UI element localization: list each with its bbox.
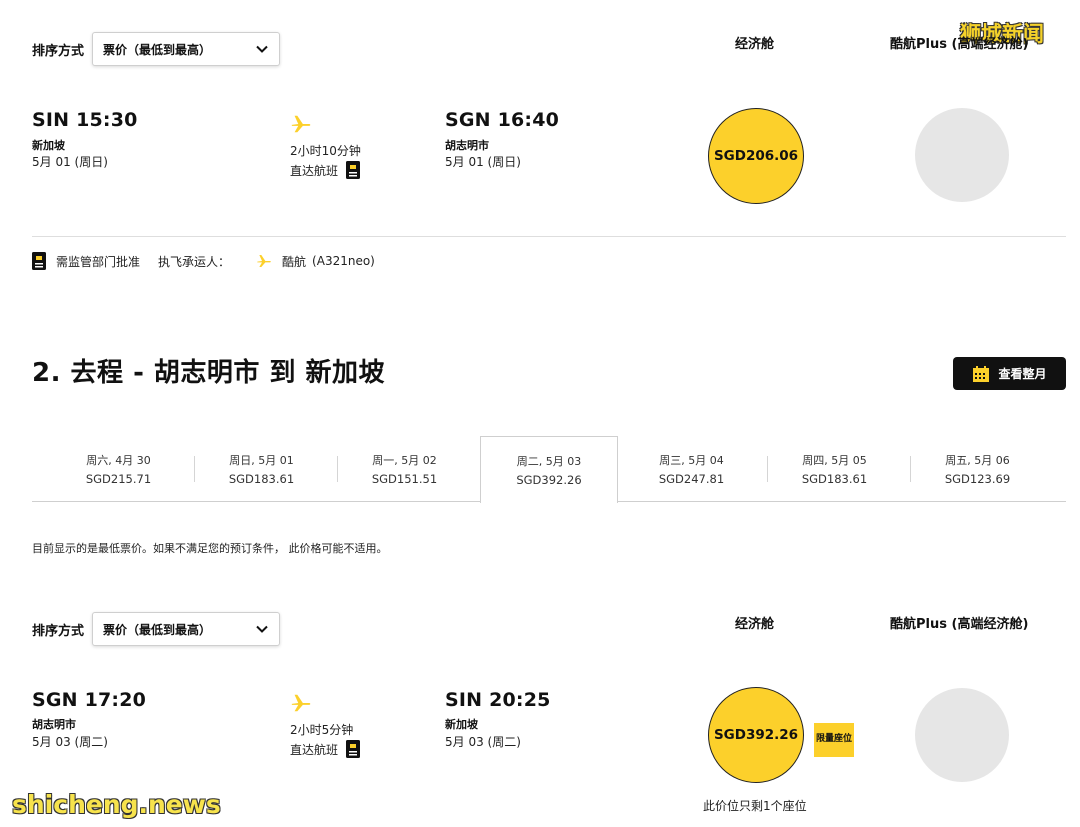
date-tab-price: SGD123.69	[944, 472, 1011, 486]
date-tab[interactable]: 周六, 4月 30 SGD215.71	[47, 436, 190, 502]
column-plus-header: 酷航Plus (高端经济舱)	[890, 37, 1029, 52]
column-plus-header: 酷航Plus (高端经济舱)	[890, 617, 1029, 632]
flight-duration: 2小时10分钟	[290, 144, 361, 158]
departure-date: 5月 01 (周日)	[32, 155, 108, 169]
column-economy-header: 经济舱	[735, 37, 775, 52]
arrival-time: SIN 20:25	[445, 689, 551, 711]
sort-select[interactable]: 票价（最低到最高）	[92, 612, 280, 646]
economy-price-button[interactable]: SGD206.06	[708, 108, 804, 204]
sort-label: 排序方式	[32, 624, 85, 639]
date-tab-day: 周一, 5月 02	[372, 454, 437, 467]
plus-price-unavailable	[915, 688, 1009, 782]
operator-label: 执飞承运人：	[158, 254, 231, 269]
date-tab[interactable]: 周三, 5月 04 SGD247.81	[620, 436, 763, 502]
chevron-down-icon	[256, 625, 268, 633]
direct-flight: 直达航班	[290, 161, 361, 179]
flight-duration: 2小时5分钟	[290, 723, 354, 737]
date-tab-price: SGD392.26	[516, 473, 582, 487]
plane-icon	[291, 115, 311, 133]
date-tab-price: SGD183.61	[228, 472, 295, 486]
date-tab-price: SGD215.71	[85, 472, 152, 486]
date-tab-price: SGD151.51	[371, 472, 438, 486]
aircraft-type: (A321neo)	[312, 254, 375, 268]
date-tab-day: 周二, 5月 03	[516, 455, 582, 468]
limited-seats-badge: 限量座位	[814, 723, 854, 757]
departure-time: SIN 15:30	[32, 109, 138, 131]
arrival-date: 5月 03 (周二)	[445, 735, 521, 749]
view-month-button[interactable]: 查看整月	[953, 357, 1066, 390]
plane-icon	[257, 255, 271, 267]
departure-city: 胡志明市	[32, 718, 76, 731]
date-tab[interactable]: 周五, 5月 06 SGD123.69	[906, 436, 1049, 502]
view-month-label: 查看整月	[998, 367, 1047, 381]
direct-flight-label: 直达航班	[290, 742, 339, 757]
approval-badge-icon[interactable]	[346, 740, 361, 758]
date-tab-day: 周五, 5月 06	[945, 454, 1010, 467]
date-tab[interactable]: 周日, 5月 01 SGD183.61	[190, 436, 333, 502]
date-tab-price: SGD183.61	[801, 472, 868, 486]
arrival-time: SGN 16:40	[445, 109, 560, 131]
plus-price-unavailable	[915, 108, 1009, 202]
date-tab-day: 周日, 5月 01	[229, 454, 294, 467]
sort-selected-value: 票价（最低到最高）	[103, 622, 212, 637]
date-tab-day: 周六, 4月 30	[86, 454, 151, 467]
flight-info-row: 需监管部门批准 执飞承运人： 酷航 (A321neo)	[32, 252, 375, 270]
sort-selected-value: 票价（最低到最高）	[103, 42, 212, 57]
calendar-icon	[973, 365, 990, 382]
date-tab[interactable]: 周一, 5月 02 SGD151.51	[333, 436, 476, 502]
column-economy-header: 经济舱	[735, 617, 775, 632]
approval-badge-icon	[32, 252, 46, 270]
direct-flight: 直达航班	[290, 740, 361, 758]
date-tab[interactable]: 周四, 5月 05 SGD183.61	[763, 436, 906, 502]
fare-note: 目前显示的是最低票价。如果不满足您的预订条件， 此价格可能不适用。	[32, 542, 388, 555]
direct-flight-label: 直达航班	[290, 163, 339, 178]
date-tab-day: 周四, 5月 05	[802, 454, 867, 467]
section-title: 2. 去程 - 胡志明市 到 新加坡	[32, 358, 386, 388]
economy-price-button[interactable]: SGD392.26	[708, 687, 804, 783]
departure-date: 5月 03 (周二)	[32, 735, 108, 749]
seats-remaining: 此价位只剩1个座位	[703, 799, 807, 813]
date-tab-active[interactable]: 周二, 5月 03 SGD392.26	[480, 436, 618, 503]
sort-label: 排序方式	[32, 44, 85, 59]
plane-icon	[291, 694, 311, 712]
departure-time: SGN 17:20	[32, 689, 147, 711]
arrival-city: 胡志明市	[445, 139, 489, 152]
sort-select[interactable]: 票价（最低到最高）	[92, 32, 280, 66]
approval-badge-icon[interactable]	[346, 161, 361, 179]
date-tab-day: 周三, 5月 04	[659, 454, 724, 467]
operator-name: 酷航	[282, 254, 307, 269]
arrival-city: 新加坡	[445, 718, 478, 731]
date-tabs: 周六, 4月 30 SGD215.71 周日, 5月 01 SGD183.61 …	[32, 436, 1066, 503]
watermark-bottom: shicheng.news	[12, 790, 221, 819]
divider	[32, 236, 1066, 237]
date-tab-price: SGD247.81	[658, 472, 725, 486]
approval-text: 需监管部门批准	[56, 254, 141, 269]
chevron-down-icon	[256, 45, 268, 53]
departure-city: 新加坡	[32, 139, 65, 152]
arrival-date: 5月 01 (周日)	[445, 155, 521, 169]
